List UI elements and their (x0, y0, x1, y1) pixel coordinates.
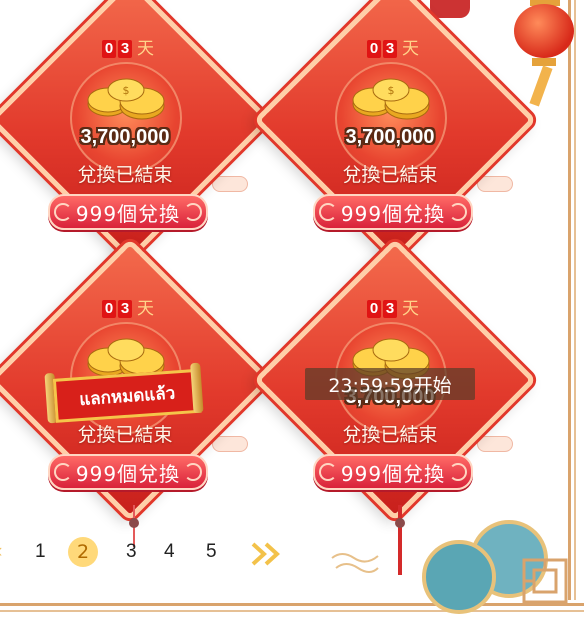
exchange-button-label: 999個兌換 (75, 461, 181, 486)
days-remaining-badge: 0 3 天 (102, 40, 154, 58)
exchange-button-label: 999個兌換 (340, 201, 446, 226)
page-5-button[interactable]: 5 (206, 541, 217, 563)
exchange-status: 兌換已結束 (77, 424, 173, 446)
gold-coins-icon: $ (352, 78, 430, 120)
reward-card-2[interactable]: 0 3 天 $ 3,700,000 兌換已結束 999個兌換 (253, 0, 537, 262)
chevron-left-icon: ‹ (0, 541, 2, 562)
lantern-tassel (529, 65, 553, 107)
frame-border-bottom (0, 603, 584, 606)
hanging-knot (129, 518, 139, 528)
days-digit: 3 (118, 300, 132, 318)
exchange-button[interactable]: 999個兌換 (48, 194, 208, 230)
days-remaining-badge: 0 3 天 (102, 300, 154, 318)
exchange-button[interactable]: 999個兌換 (313, 194, 473, 230)
days-digit: 0 (367, 40, 381, 58)
days-unit: 天 (402, 299, 419, 319)
days-digit: 0 (102, 40, 116, 58)
lantern-icon (514, 4, 574, 58)
days-unit: 天 (402, 39, 419, 59)
frame-border-right (568, 0, 571, 600)
days-remaining-badge: 0 3 天 (367, 300, 419, 318)
days-unit: 天 (137, 39, 154, 59)
frame-border-right-inner (574, 0, 576, 600)
exchange-status: 兌換已結束 (342, 164, 438, 186)
days-digit: 0 (102, 300, 116, 318)
svg-text:$: $ (123, 84, 130, 97)
exchange-status: 兌換已結束 (342, 424, 438, 446)
days-unit: 天 (137, 299, 154, 319)
exchange-button[interactable]: 999個兌換 (48, 454, 208, 490)
page-3-button[interactable]: 3 (126, 541, 137, 563)
sold-out-label: แลกหมดแล้ว (78, 382, 176, 410)
lantern-bottom (532, 58, 556, 66)
days-digit: 3 (383, 40, 397, 58)
reward-card-4[interactable]: 0 3 天 3,700,000 23:59:59开始 兌換已結束 999個兌換 (253, 238, 537, 522)
reward-amount: 3,700,000 (345, 126, 435, 148)
days-digit: 0 (367, 300, 381, 318)
prev-page-button[interactable]: ‹ (0, 541, 2, 563)
svg-text:$: $ (388, 84, 395, 97)
double-chevron-right-icon[interactable] (250, 541, 284, 567)
page-4-button[interactable]: 4 (164, 541, 175, 563)
days-digit: 3 (383, 300, 397, 318)
frame-border-bottom-inner (0, 610, 584, 612)
start-countdown-label: 23:59:59开始 (328, 374, 452, 397)
exchange-status: 兌換已結束 (77, 164, 173, 186)
reward-amount: 3,700,000 (80, 126, 170, 148)
hanging-knot (395, 518, 405, 528)
days-remaining-badge: 0 3 天 (367, 40, 419, 58)
start-countdown: 23:59:59开始 (305, 368, 475, 400)
exchange-button[interactable]: 999個兌換 (313, 454, 473, 490)
pagination: ‹ 1 2 3 4 5 (0, 537, 560, 571)
page-2-button-active[interactable]: 2 (68, 537, 98, 567)
days-digit: 3 (118, 40, 132, 58)
reward-card-1[interactable]: 0 3 天 $ 3,700,000 兌換已結束 999個兌換 (0, 0, 272, 262)
exchange-button-label: 999個兌換 (340, 461, 446, 486)
page-1-button[interactable]: 1 (35, 541, 46, 563)
gold-coins-icon: $ (87, 78, 165, 120)
exchange-button-label: 999個兌換 (75, 201, 181, 226)
reward-card-3[interactable]: 0 3 天 3,700,000 兌換已結束 แลกหมดแล้ว 999個兌換 (0, 238, 272, 522)
